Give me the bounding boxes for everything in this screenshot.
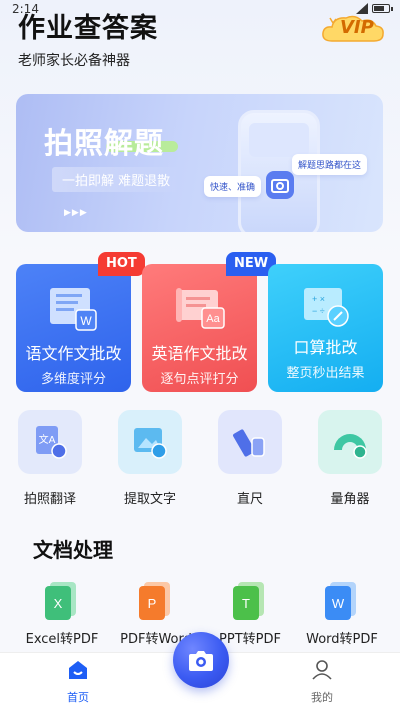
banner-bubble-left: 快速、准确 bbox=[204, 176, 262, 197]
extract-text-tool[interactable]: 提取文字 bbox=[118, 410, 182, 507]
status-icons bbox=[356, 3, 393, 14]
svg-text:− ÷: − ÷ bbox=[312, 306, 325, 316]
mental-math-card[interactable]: + × − ÷ 口算批改 整页秒出结果 bbox=[268, 264, 383, 392]
svg-text:Aa: Aa bbox=[206, 313, 220, 325]
svg-text:W: W bbox=[80, 314, 92, 328]
svg-text:文A: 文A bbox=[39, 433, 56, 446]
camera-scan-button[interactable] bbox=[173, 632, 229, 688]
doc-label: Excel转PDF bbox=[25, 632, 99, 647]
vip-label: VIP bbox=[340, 17, 374, 38]
tool-label: 提取文字 bbox=[123, 492, 176, 507]
protractor-tool[interactable]: 量角器 bbox=[318, 410, 382, 507]
banner-tagline: 一拍即解 难题退散 bbox=[52, 167, 181, 192]
docs-section-title: 文档处理 bbox=[33, 538, 113, 562]
word-file-icon: W bbox=[325, 582, 356, 620]
excel-file-icon: X bbox=[45, 582, 76, 620]
ruler-icon bbox=[233, 429, 265, 457]
card-name: 口算批改 bbox=[293, 338, 358, 357]
photo-solve-banner[interactable]: 拍照解题 一拍即解 难题退散 ▶▶▶ 解题思路都在这 快速、准确 bbox=[16, 94, 383, 232]
card-desc: 多维度评分 bbox=[40, 372, 106, 387]
word-to-pdf-item[interactable]: W Word转PDF bbox=[302, 580, 382, 650]
scroll-paper-icon: Aa bbox=[176, 288, 225, 329]
app-subtitle: 老师家长必备神器 bbox=[18, 53, 130, 69]
svg-text:T: T bbox=[242, 596, 250, 611]
tab-mine[interactable]: 我的 bbox=[292, 659, 352, 705]
user-icon bbox=[312, 660, 332, 680]
card-name: 语文作文批改 bbox=[25, 344, 122, 363]
tab-home-label: 首页 bbox=[67, 691, 89, 704]
math-sheet-icon: + × − ÷ bbox=[304, 288, 349, 327]
ppt-to-pdf-item[interactable]: T PPT转PDF bbox=[210, 580, 290, 650]
translate-icon: 文A bbox=[36, 426, 67, 459]
tool-label: 量角器 bbox=[330, 492, 370, 507]
svg-text:P: P bbox=[148, 596, 157, 611]
battery-icon bbox=[372, 4, 393, 13]
doc-label: Word转PDF bbox=[306, 632, 378, 647]
tool-label: 拍照翻译 bbox=[23, 492, 76, 507]
banner-arrows-icon: ▶▶▶ bbox=[64, 208, 88, 218]
card-desc: 整页秒出结果 bbox=[286, 366, 365, 381]
card-desc: 逐句点评打分 bbox=[160, 372, 239, 387]
svg-text:W: W bbox=[332, 596, 345, 611]
svg-text:X: X bbox=[54, 596, 63, 611]
pdf-file-icon: P bbox=[139, 582, 170, 620]
tool-label: 直尺 bbox=[236, 492, 263, 507]
photo-translate-tool[interactable]: 文A 拍照翻译 bbox=[18, 410, 82, 507]
banner-bubble-top: 解题思路都在这 bbox=[292, 154, 368, 175]
camera-icon bbox=[266, 171, 294, 199]
home-icon bbox=[69, 661, 87, 679]
english-essay-card[interactable]: Aa 英语作文批改 逐句点评打分 bbox=[142, 264, 257, 392]
banner-title: 拍照解题 bbox=[44, 126, 165, 160]
camera-icon bbox=[189, 651, 213, 671]
tab-mine-label: 我的 bbox=[311, 691, 333, 704]
tab-home[interactable]: 首页 bbox=[48, 659, 108, 705]
card-name: 英语作文批改 bbox=[151, 344, 248, 363]
ppt-file-icon: T bbox=[233, 582, 264, 620]
image-text-icon bbox=[134, 428, 167, 459]
app-title: 作业查答案 bbox=[18, 13, 158, 44]
vip-button[interactable]: VIP bbox=[322, 14, 384, 42]
hot-badge: HOT bbox=[98, 252, 145, 276]
svg-text:+ ×: + × bbox=[312, 294, 325, 304]
signal-icon bbox=[356, 3, 368, 14]
ruler-tool[interactable]: 直尺 bbox=[218, 410, 282, 507]
protractor-icon bbox=[334, 434, 367, 459]
essay-paper-icon: W bbox=[50, 288, 97, 331]
chinese-essay-card[interactable]: W 语文作文批改 多维度评分 bbox=[16, 264, 131, 392]
excel-to-pdf-item[interactable]: X Excel转PDF bbox=[22, 580, 102, 650]
